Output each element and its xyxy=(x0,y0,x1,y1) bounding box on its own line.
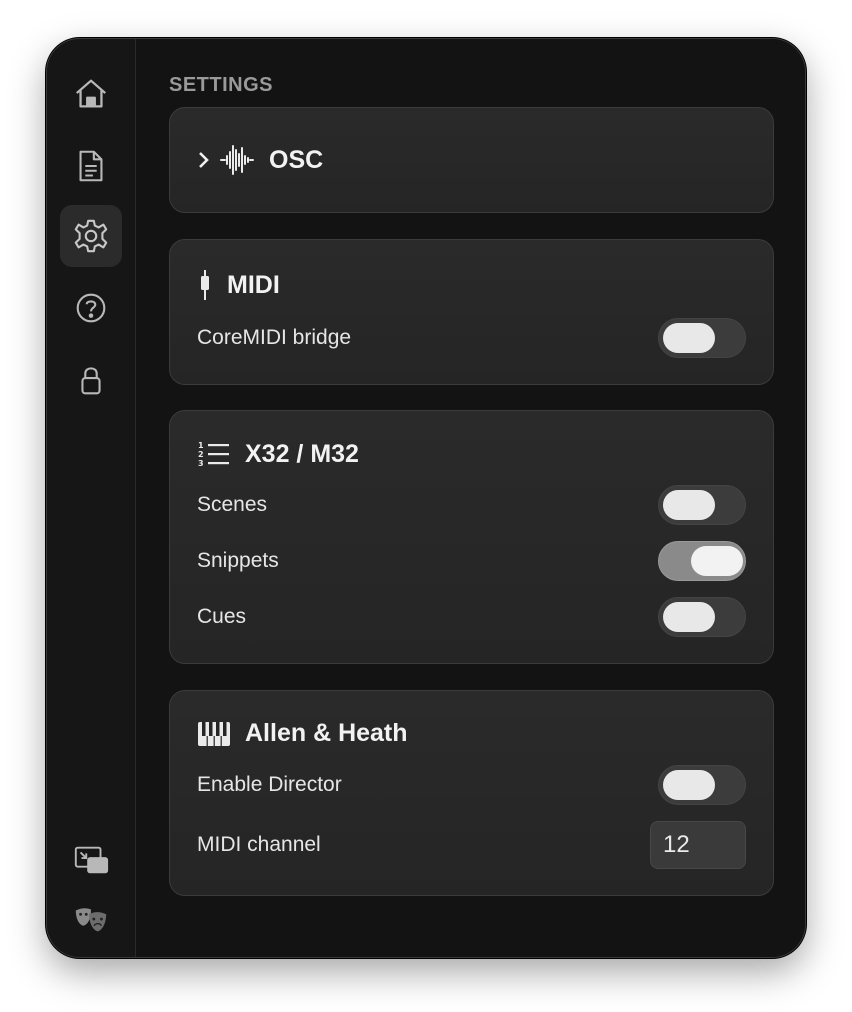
midi-card: MIDI CoreMIDI bridge xyxy=(169,239,774,385)
sidebar-item-settings[interactable] xyxy=(60,205,122,267)
allen-heath-title: Allen & Heath xyxy=(245,719,408,747)
theater-masks-button[interactable] xyxy=(60,889,122,951)
snippets-row: Snippets xyxy=(197,541,746,581)
chevron-right-icon xyxy=(197,149,211,171)
page-title: SETTINGS xyxy=(169,74,274,96)
coremidi-bridge-label: CoreMIDI bridge xyxy=(197,326,352,349)
waveform-icon xyxy=(219,144,255,176)
scenes-row: Scenes xyxy=(197,485,746,525)
sidebar-item-document[interactable] xyxy=(60,135,122,197)
sidebar-item-help[interactable] xyxy=(60,277,122,339)
settings-panel: SETTINGS OSC MIDI CoreMIDI bridge 1 2 3 … xyxy=(136,39,805,957)
midi-title: MIDI xyxy=(227,270,280,299)
lock-icon xyxy=(81,367,101,395)
scenes-label: Scenes xyxy=(197,493,268,516)
svg-text:2: 2 xyxy=(198,450,204,459)
picture-in-picture-button[interactable] xyxy=(60,829,122,891)
picture-in-picture-icon xyxy=(74,846,109,874)
osc-card[interactable]: OSC xyxy=(169,107,774,213)
cues-toggle[interactable] xyxy=(658,597,746,637)
piano-keys-icon xyxy=(197,720,231,748)
scenes-toggle[interactable] xyxy=(658,485,746,525)
enable-director-toggle[interactable] xyxy=(658,765,746,805)
svg-text:1: 1 xyxy=(198,441,204,450)
sidebar-item-lock[interactable] xyxy=(60,349,122,411)
allen-heath-card: Allen & Heath Enable Director MIDI chann… xyxy=(169,690,774,896)
theater-masks-icon xyxy=(75,908,107,932)
midi-channel-row: MIDI channel 12 xyxy=(197,821,746,869)
document-icon xyxy=(79,150,103,182)
cues-row: Cues xyxy=(197,597,746,637)
snippets-toggle[interactable] xyxy=(658,541,746,581)
enable-director-row: Enable Director xyxy=(197,765,746,805)
gear-icon xyxy=(74,219,108,253)
help-icon xyxy=(76,293,106,323)
x32-header: 1 2 3 X32 / M32 xyxy=(197,439,359,469)
midi-channel-field[interactable]: 12 xyxy=(650,821,746,869)
midi-channel-label: MIDI channel xyxy=(197,833,321,856)
sidebar xyxy=(47,39,136,957)
osc-header[interactable]: OSC xyxy=(197,144,323,176)
sidebar-item-home[interactable] xyxy=(60,63,122,125)
cues-label: Cues xyxy=(197,605,247,628)
x32-title: X32 / M32 xyxy=(245,439,359,468)
snippets-label: Snippets xyxy=(197,549,279,572)
midi-header: MIDI xyxy=(197,268,280,302)
svg-text:3: 3 xyxy=(198,459,204,468)
allen-heath-header: Allen & Heath xyxy=(197,719,408,748)
numbered-list-icon: 1 2 3 xyxy=(197,439,231,469)
coremidi-bridge-toggle[interactable] xyxy=(658,318,746,358)
app-window: SETTINGS OSC MIDI CoreMIDI bridge 1 2 3 … xyxy=(46,38,806,958)
midi-plug-icon xyxy=(197,268,213,302)
enable-director-label: Enable Director xyxy=(197,773,342,796)
coremidi-bridge-row: CoreMIDI bridge xyxy=(197,318,746,358)
x32-card: 1 2 3 X32 / M32 Scenes Snippets Cues xyxy=(169,410,774,664)
osc-title: OSC xyxy=(269,145,324,174)
home-icon xyxy=(76,79,106,108)
